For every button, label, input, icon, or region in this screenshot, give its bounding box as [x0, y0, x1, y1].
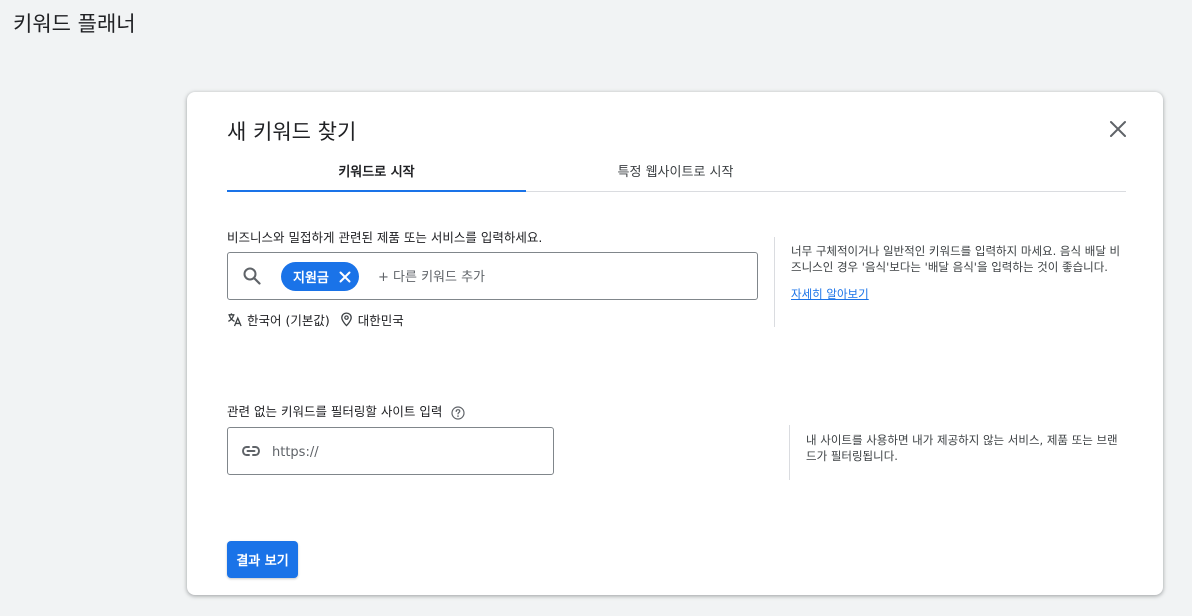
keyword-tip: 너무 구체적이거나 일반적인 키워드를 입력하지 마세요. 음식 배달 비즈니스…	[774, 237, 1126, 327]
close-icon	[1110, 121, 1126, 137]
locale-row: 한국어 (기본값) 대한민국	[227, 310, 414, 329]
keyword-section-label: 비즈니스와 밀접하게 관련된 제품 또는 서비스를 입력하세요.	[227, 230, 543, 245]
translate-icon	[228, 313, 242, 327]
keyword-input-box[interactable]: 지원금	[227, 252, 758, 300]
keyword-tip-text: 너무 구체적이거나 일반적인 키워드를 입력하지 마세요. 음식 배달 비즈니스…	[791, 244, 1121, 274]
help-icon[interactable]	[451, 405, 465, 420]
site-filter-label: 관련 없는 키워드를 필터링할 사이트 입력	[227, 404, 443, 419]
keyword-chip-label: 지원금	[293, 271, 329, 286]
site-filter-tip-text: 내 사이트를 사용하면 내가 제공하지 않는 서비스, 제품 또는 브랜드가 필…	[806, 433, 1118, 463]
tab-start-with-keywords[interactable]: 키워드로 시작	[227, 150, 526, 192]
search-icon	[243, 267, 261, 285]
close-button[interactable]	[1105, 116, 1131, 142]
language-selector[interactable]: 한국어 (기본값)	[227, 310, 330, 329]
location-pin-icon	[340, 312, 352, 327]
remove-keyword-button[interactable]	[339, 271, 351, 283]
location-selector[interactable]: 대한민국	[340, 310, 404, 329]
site-url-input-box[interactable]	[227, 427, 554, 475]
keyword-chip: 지원금	[281, 262, 359, 291]
page-title: 키워드 플래너	[13, 12, 136, 36]
view-results-button[interactable]: 결과 보기	[227, 541, 298, 578]
language-label: 한국어 (기본값)	[247, 313, 330, 328]
link-icon	[242, 446, 260, 456]
site-filter-label-row: 관련 없는 키워드를 필터링할 사이트 입력	[227, 401, 465, 420]
tab-start-with-website[interactable]: 특정 웹사이트로 시작	[526, 150, 825, 191]
learn-more-link[interactable]: 자세히 알아보기	[791, 286, 869, 302]
new-keyword-dialog: 새 키워드 찾기 키워드로 시작 특정 웹사이트로 시작 비즈니스와 밀접하게 …	[187, 92, 1163, 595]
dialog-title: 새 키워드 찾기	[227, 120, 357, 144]
location-label: 대한민국	[357, 313, 404, 328]
site-url-input[interactable]	[270, 442, 544, 462]
close-icon	[339, 271, 351, 282]
site-filter-tip: 내 사이트를 사용하면 내가 제공하지 않는 서비스, 제품 또는 브랜드가 필…	[789, 425, 1126, 480]
tab-bar: 키워드로 시작 특정 웹사이트로 시작	[227, 150, 1126, 192]
add-keyword-input[interactable]	[376, 267, 750, 287]
